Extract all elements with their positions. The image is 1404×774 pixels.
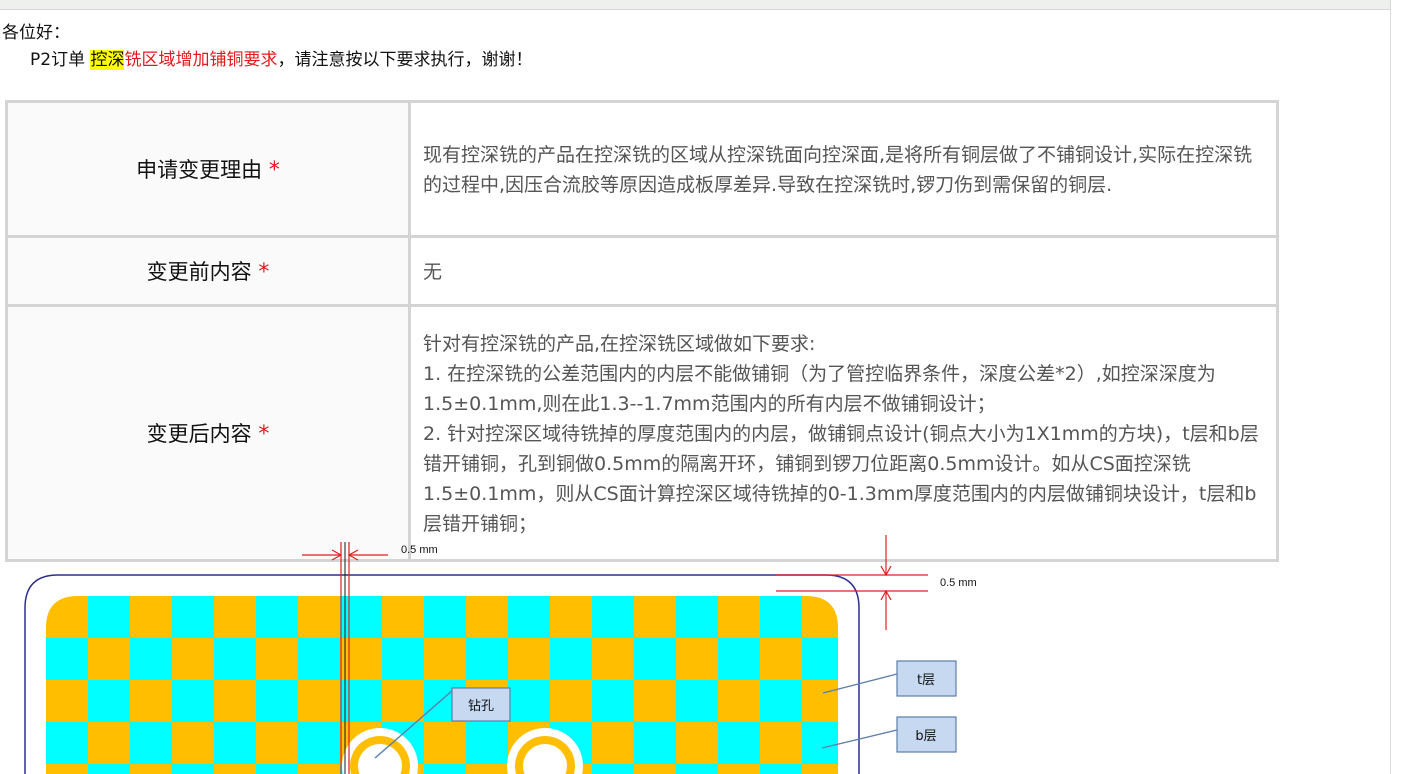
drill-callout-text: 钻孔	[468, 699, 494, 714]
table-row: 变更后内容 * 针对有控深铣的产品,在控深铣区域做如下要求: 1. 在控深铣的公…	[5, 304, 1279, 562]
row-content-reason: 现有控深铣的产品在控深铣的区域从控深铣面向控深面,是将所有铜层做了不铺铜设计,实…	[408, 100, 1279, 238]
content-line: 针对有控深铣的产品,在控深铣区域做如下要求:	[423, 333, 816, 355]
required-star: *	[268, 158, 280, 183]
label-text: 申请变更理由	[136, 158, 263, 182]
copper-layout-diagram: 0.5 mm 0.5 mm 钻孔 t层 b层	[0, 530, 1000, 774]
b-layer-callout-text: b层	[915, 729, 936, 744]
change-request-table: 申请变更理由 * 现有控深铣的产品在控深铣的区域从控深铣面向控深面,是将所有铜层…	[5, 100, 1279, 562]
top-toolbar-strip	[0, 0, 1390, 10]
notice-highlight: 控深	[90, 50, 125, 70]
row-label-after: 变更后内容 *	[5, 304, 411, 562]
diagram-svg: 0.5 mm 0.5 mm 钻孔 t层 b层	[24, 535, 977, 774]
required-star: *	[258, 422, 270, 447]
label-text: 变更前内容	[146, 260, 252, 284]
table-row: 变更前内容 * 无	[5, 235, 1279, 307]
t-layer-callout-text: t层	[917, 673, 935, 688]
b-layer-callout: b层	[896, 716, 957, 753]
notice-red-text: 铣区域增加铺铜要求	[124, 50, 278, 70]
notice-prefix: P2订单	[30, 50, 91, 70]
label-text: 变更后内容	[146, 422, 252, 446]
content-line: 2. 针对控深区域待铣掉的厚度范围内的内层，做铺铜点设计(铜点大小为1X1mm的…	[423, 423, 1259, 535]
greeting-text: 各位好：	[2, 23, 70, 43]
dim-right-label: 0.5 mm	[940, 577, 977, 589]
row-content-after: 针对有控深铣的产品,在控深铣区域做如下要求: 1. 在控深铣的公差范围内的内层不…	[408, 304, 1279, 562]
notice-line: P2订单 控深铣区域增加铺铜要求，请注意按以下要求执行，谢谢！	[30, 45, 532, 70]
table-row: 申请变更理由 * 现有控深铣的产品在控深铣的区域从控深铣面向控深面,是将所有铜层…	[5, 100, 1279, 238]
required-star: *	[258, 260, 270, 285]
dim-left-label: 0.5 mm	[401, 544, 438, 556]
vertical-scrollbar[interactable]	[1390, 0, 1404, 774]
drill-callout: 钻孔	[451, 687, 511, 722]
copper-checker-area	[46, 596, 838, 774]
content-line: 1. 在控深铣的公差范围内的内层不能做铺铜（为了管控临界条件，深度公差*2）,如…	[423, 363, 1216, 415]
notice-suffix: ，请注意按以下要求执行，谢谢！	[277, 50, 533, 70]
row-label-before: 变更前内容 *	[5, 235, 411, 307]
row-label-reason: 申请变更理由 *	[5, 100, 411, 238]
t-layer-callout: t层	[896, 660, 957, 697]
row-content-before: 无	[408, 235, 1279, 307]
